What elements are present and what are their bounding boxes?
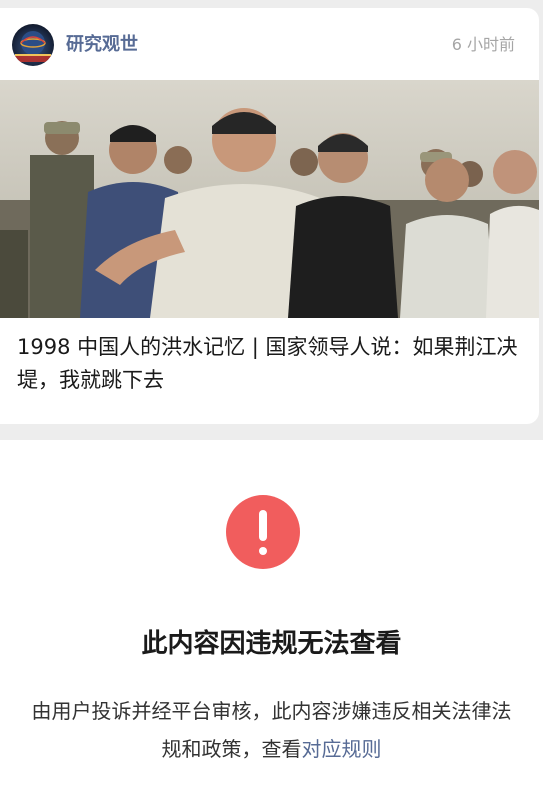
source-avatar[interactable] <box>12 24 54 66</box>
notice-description: 由用户投诉并经平台审核，此内容涉嫌违反相关法律法规和政策，查看对应规则 <box>28 692 515 768</box>
notice-description-text: 由用户投诉并经平台审核，此内容涉嫌违反相关法律法规和政策，查看 <box>31 699 512 761</box>
post-time: 6 小时前 <box>451 35 515 54</box>
rules-link[interactable]: 对应规则 <box>302 737 382 761</box>
article-thumbnail[interactable] <box>0 80 539 318</box>
article-title[interactable]: 1998 中国人的洪水记忆 | 国家领导人说：如果荆江决堤，我就跳下去 <box>17 331 527 397</box>
source-name[interactable]: 研究观世 <box>66 32 138 58</box>
exclamation-dot <box>259 547 267 555</box>
exclamation-bar <box>259 510 267 541</box>
card-header: 研究观世 6 小时前 <box>0 8 539 78</box>
thumbnail-photo <box>0 80 539 318</box>
exclamation-icon <box>226 495 300 569</box>
blocked-content-notice: 此内容因违规无法查看 由用户投诉并经平台审核，此内容涉嫌违反相关法律法规和政策，… <box>0 440 543 812</box>
notice-title: 此内容因违规无法查看 <box>141 629 402 659</box>
article-card[interactable]: 研究观世 6 小时前 1998 中国人的洪水记忆 | 国家领导人说：如果荆江决堤… <box>0 8 539 424</box>
avatar-image <box>12 24 54 66</box>
